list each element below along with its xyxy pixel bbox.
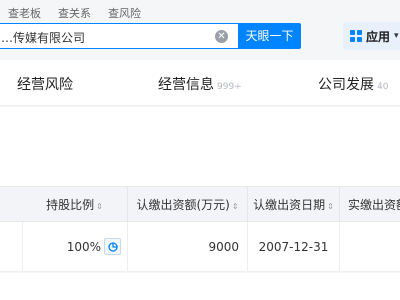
header-amount[interactable]: 认缴出资额(万元) ⇕: [127, 187, 247, 223]
nav-count: 999+: [217, 82, 242, 92]
shareholder-table: 持股比例⇕ 认缴出资额(万元)⇕ 认缴出资日期⇕ 实缴出资额 100% 9000…: [0, 186, 400, 272]
table-continuation: [0, 273, 400, 300]
cell-paid: [339, 222, 400, 272]
header-date[interactable]: 认缴出资日期 ⇕: [247, 187, 339, 223]
apps-label: 应用: [366, 29, 391, 44]
search-input-value: …传媒有限公司: [1, 31, 86, 45]
tab-relation[interactable]: 查关系: [58, 6, 91, 22]
tab-risk[interactable]: 查风险: [108, 6, 141, 22]
tab-boss[interactable]: 查老板: [8, 6, 41, 22]
nav-business-risk[interactable]: 经营风险: [17, 74, 73, 94]
cell-amount: 9000: [127, 222, 247, 272]
nav-label: 公司发展: [318, 77, 374, 93]
table-header: 持股比例⇕ 认缴出资额(万元)⇕ 认缴出资日期⇕ 实缴出资额: [0, 186, 400, 223]
page: 查老板 查关系 查风险 …传媒有限公司 ✕ 天眼一下 应用 ▾ 经营风险 经营信…: [0, 0, 400, 300]
nav-label: 经营信息: [158, 77, 214, 93]
section-nav: 经营风险 经营信息 999+ 公司发展 40: [0, 60, 400, 106]
clear-icon[interactable]: ✕: [215, 30, 228, 43]
cell-date: 2007-12-31: [247, 222, 339, 272]
sort-icon: ⇕: [231, 202, 239, 211]
content-area: [0, 107, 400, 186]
nav-label: 经营风险: [17, 77, 73, 93]
table-row: 100% 9000 2007-12-31: [0, 222, 400, 272]
equity-chart-icon[interactable]: [104, 238, 121, 255]
chevron-down-icon: ▾: [394, 31, 399, 41]
apps-button[interactable]: 应用 ▾: [343, 22, 400, 50]
apps-grid-icon: [350, 30, 362, 42]
sort-icon: ⇕: [96, 202, 103, 211]
search-input[interactable]: …传媒有限公司 ✕: [0, 23, 238, 49]
nav-count: 40: [377, 82, 389, 92]
search-button[interactable]: 天眼一下: [238, 23, 301, 49]
sort-icon: ⇕: [327, 202, 334, 211]
search-type-tabs: 查老板 查关系 查风险: [0, 6, 158, 22]
header-ratio[interactable]: 持股比例 ⇕: [22, 187, 127, 223]
nav-company-development[interactable]: 公司发展 40: [318, 74, 388, 94]
nav-business-info[interactable]: 经营信息 999+: [158, 74, 242, 94]
cell-ratio: 100%: [22, 222, 127, 272]
header-paid[interactable]: 实缴出资额: [339, 187, 400, 223]
